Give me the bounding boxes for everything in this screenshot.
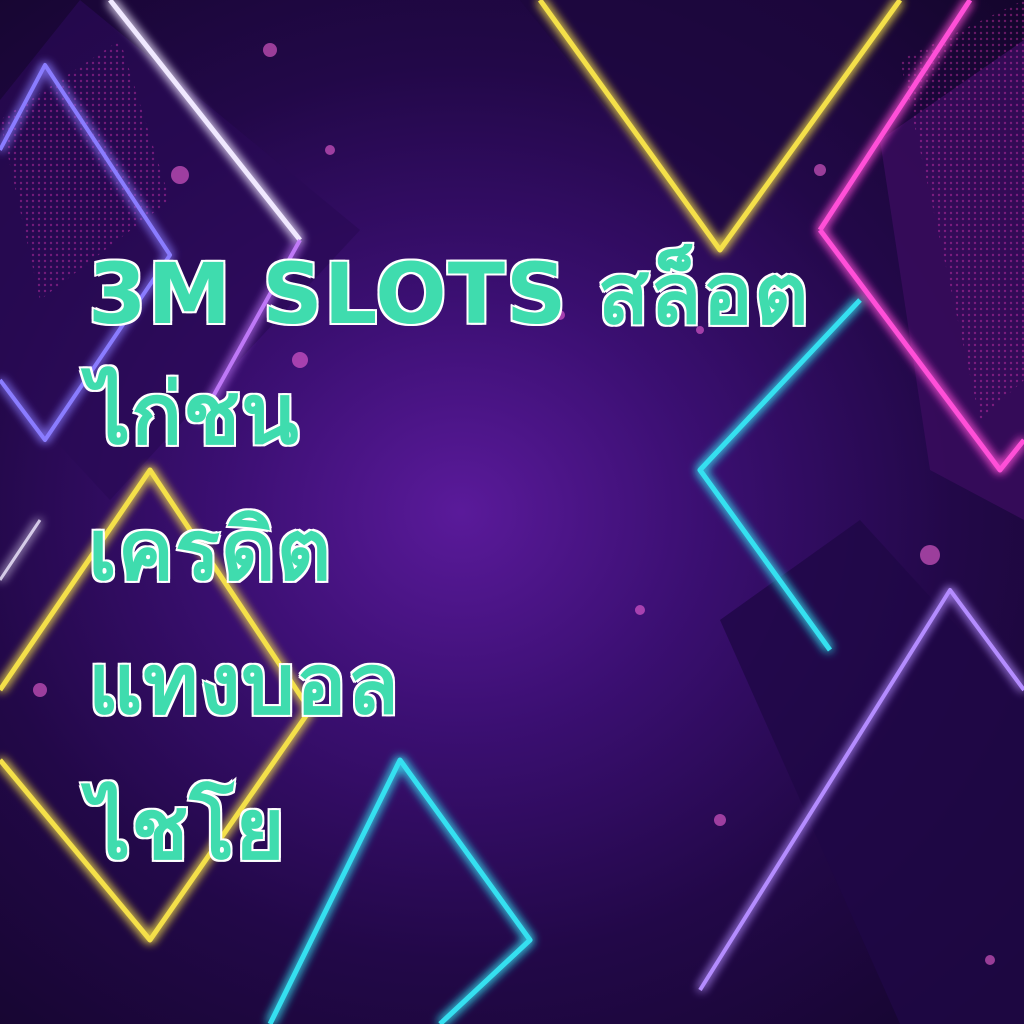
neon-line-white — [0, 519, 42, 581]
headline-line-4: แทงบอล — [87, 635, 401, 733]
headline-line-5: ไชโย — [87, 780, 287, 878]
headline-line-3: เครดิต — [86, 501, 333, 599]
neon-banner: 3M SLOTS สล็อต ไก่ชน เครดิต แทงบอล ไชโย — [0, 0, 1024, 1024]
headline-line-2: ไก่ชน — [87, 365, 301, 463]
panel-diamond — [720, 520, 1024, 1024]
neon-line-cyan — [267, 757, 533, 1024]
headline-line-1: 3M SLOTS สล็อต — [87, 245, 811, 343]
panel-diamond — [520, 0, 900, 250]
